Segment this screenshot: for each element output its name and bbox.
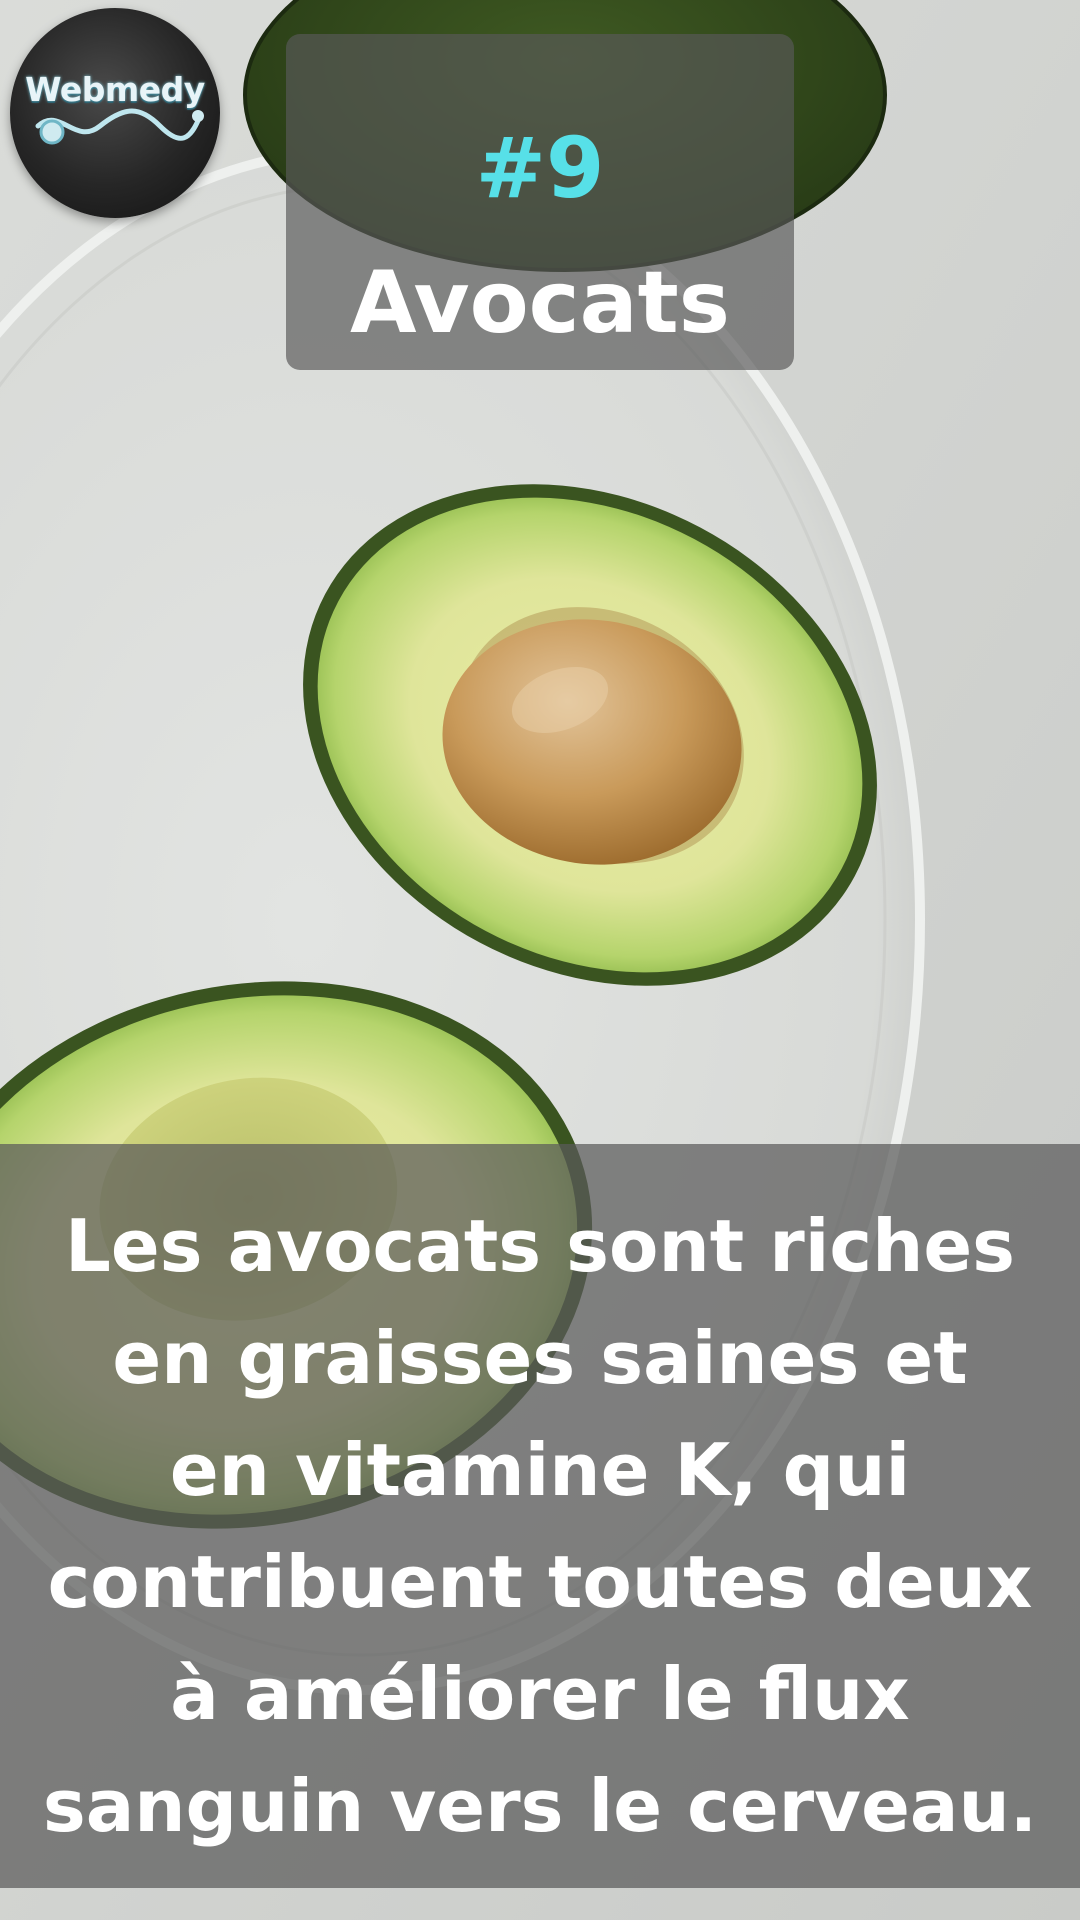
- caption-text: Les avocats sont riches en graisses sain…: [42, 1204, 1038, 1848]
- caption-panel: Les avocats sont riches en graisses sain…: [0, 1144, 1080, 1888]
- title-panel: #9 Avocats: [286, 34, 794, 370]
- stethoscope-icon: [35, 108, 204, 145]
- item-title: Avocats: [350, 253, 730, 353]
- webmedy-logo[interactable]: Webmedy: [10, 8, 220, 218]
- item-number: #9: [475, 119, 605, 217]
